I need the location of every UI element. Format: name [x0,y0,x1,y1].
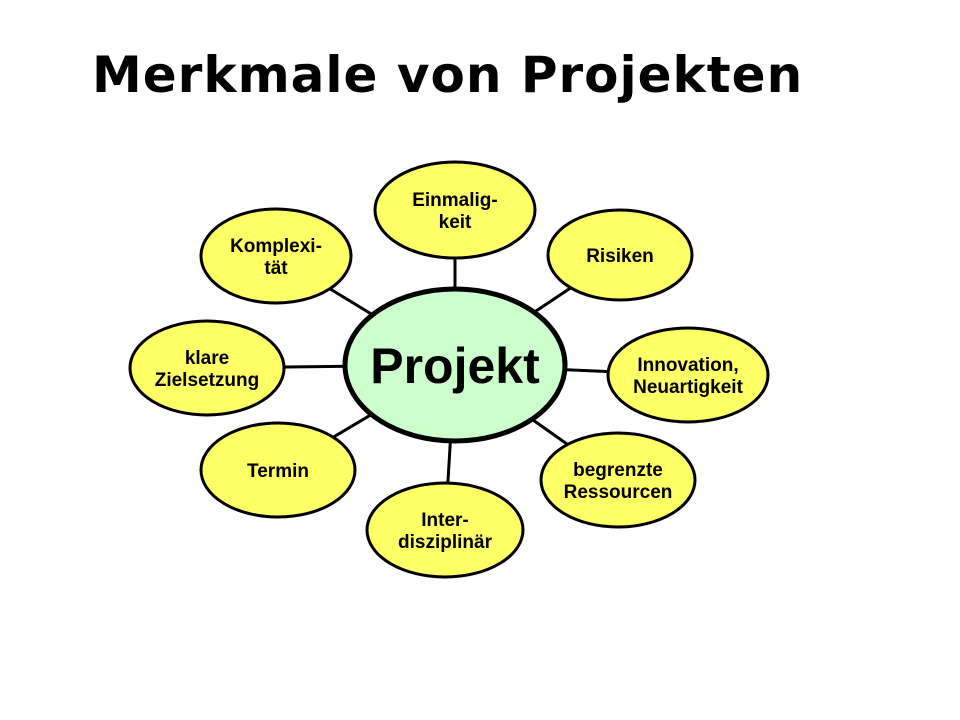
satellite-label-risiken: Risiken [586,246,654,267]
center-node: Projekt [342,286,568,444]
satellite-label-interdisziplinaer: Inter- [421,510,469,531]
satellite-einmaligkeit: Einmalig-keit [373,160,537,260]
satellite-interdisziplinaer: Inter-disziplinär [365,481,525,579]
satellite-termin: Termin [199,421,357,519]
satellite-label-innovation: Neuartigkeit [633,377,743,398]
satellite-innovation: Innovation,Neuartigkeit [606,326,770,424]
satellite-label-termin: Termin [247,461,309,482]
satellite-label-komplexitaet: Komplexi- [230,236,322,257]
satellite-label-klare-zielsetzung: Zielsetzung [155,370,260,391]
project-characteristics-diagram: Einmalig-keit Risiken Innovation,Neuartigk… [128,160,770,579]
satellite-label-einmaligkeit: Einmalig- [412,190,498,211]
satellite-label-interdisziplinaer: disziplinär [398,532,493,553]
satellite-label-klare-zielsetzung: klare [185,348,229,369]
satellite-klare-zielsetzung: klareZielsetzung [128,319,286,417]
satellite-komplexitaet: Komplexi-tät [199,207,353,305]
satellite-begrenzte-ressourcen: begrenzteRessourcen [539,431,697,529]
satellite-label-einmaligkeit: keit [439,212,472,233]
satellite-label-begrenzte-ressourcen: Ressourcen [564,482,673,503]
satellite-label-begrenzte-ressourcen: begrenzte [573,460,663,481]
satellite-label-komplexitaet: tät [264,258,288,279]
satellite-label-innovation: Innovation, [637,355,738,376]
satellite-risiken: Risiken [546,208,694,302]
center-label: Projekt [370,338,540,394]
